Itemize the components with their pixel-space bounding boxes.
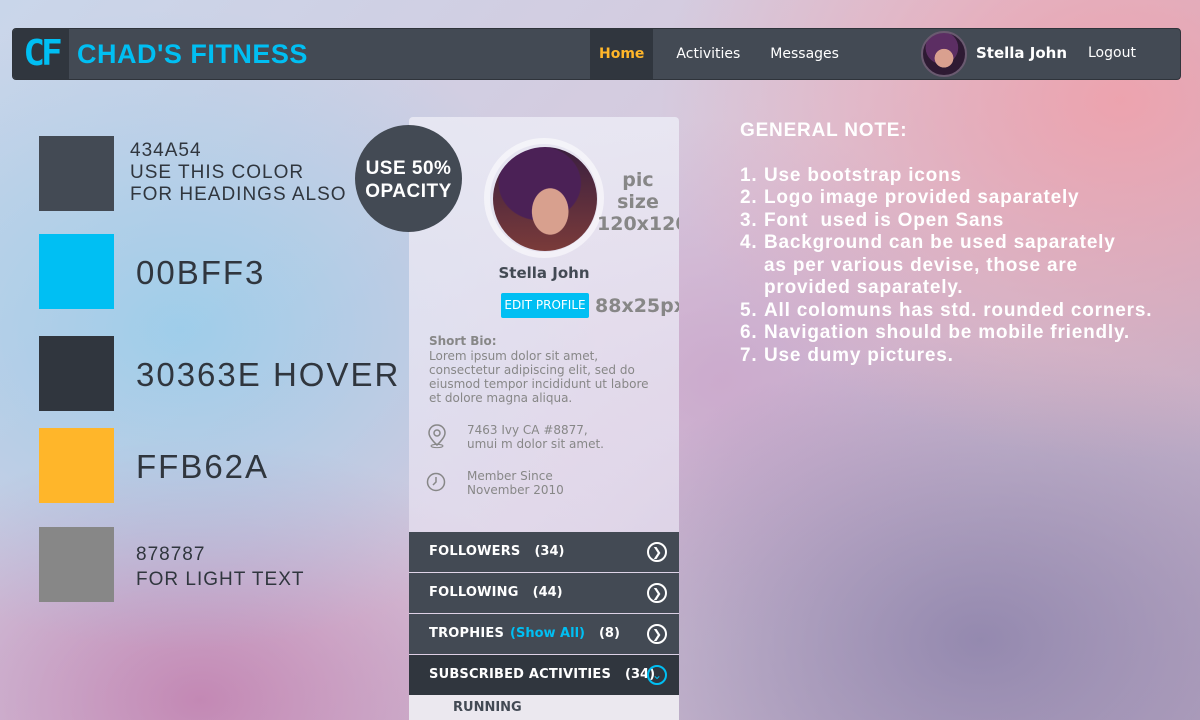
subscribed-activities-row[interactable]: SUBSCRIBED ACTIVITIES (34) ⌄ (409, 655, 679, 695)
note-text: Use bootstrap icons (764, 164, 962, 186)
swatch-heading-hex: 434A54 (130, 140, 202, 161)
note-text: Logo image provided saparately (764, 187, 1080, 208)
note-item: 4. Background can be used saparately as p… (740, 232, 1180, 300)
swatch-light-hex: 878787 (136, 544, 206, 565)
following-count: (44) (532, 585, 563, 600)
profile-photo[interactable] (493, 147, 597, 251)
member-since-text: Member Since November 2010 (467, 469, 667, 497)
chevron-right-icon[interactable]: ❯ (647, 542, 667, 562)
chevron-right-icon[interactable]: ❯ (647, 624, 667, 644)
nav-messages[interactable]: Messages (756, 29, 853, 79)
pic-size-annotation: pic size 120x120 (597, 169, 679, 235)
subscribed-label: SUBSCRIBED ACTIVITIES (429, 667, 612, 682)
trophies-row[interactable]: TROPHIES (Show All) (8) ❯ (409, 614, 679, 654)
note-item: 1. Use bootstrap icons (740, 164, 962, 186)
navbar: CF CHAD'S FITNESS Home Activities Messag… (12, 28, 1181, 80)
pic-size-line-2: size (617, 191, 659, 213)
profile-name: Stella John (498, 264, 590, 282)
nav-user-name[interactable]: Stella John (976, 44, 1067, 62)
badge-line-2: OPACITY (365, 181, 452, 202)
button-size-annotation: 88x25px (595, 295, 679, 317)
edit-profile-button[interactable]: EDIT PROFILE (501, 293, 589, 318)
chevron-right-icon[interactable]: ❯ (647, 583, 667, 603)
badge-line-1: USE 50% (365, 158, 452, 179)
note-text: Background can be used saparately as per… (764, 232, 1116, 298)
followers-row[interactable]: FOLLOWERS (34) ❯ (409, 532, 679, 572)
note-item: 2. Logo image provided saparately (740, 187, 1080, 208)
swatch-heading-note-1: USE THIS COLOR (130, 162, 305, 183)
swatch-accent-label: 00BFF3 (136, 254, 266, 291)
chevron-down-icon[interactable]: ⌄ (647, 665, 667, 685)
trophies-count: (8) (598, 626, 620, 641)
address-line-1: 7463 Ivy CA #8877, (467, 423, 588, 437)
bio-text: Lorem ipsum dolor sit amet, consectetur … (429, 349, 649, 405)
swatch-heading-note-2: FOR HEADINGS ALSO (130, 184, 347, 205)
note-item: 3. Font used is Open Sans (740, 209, 1005, 231)
note-text: Use dumy pictures. (764, 344, 954, 366)
note-text: Navigation should be mobile friendly. (764, 322, 1131, 343)
opacity-badge: USE 50% OPACITY (355, 125, 462, 232)
nav-links: Home Activities Messages (590, 29, 853, 79)
address-text: 7463 Ivy CA #8877, umui m dolor sit amet… (467, 423, 667, 451)
swatch-light-note: FOR LIGHT TEXT (136, 569, 305, 590)
followers-count: (34) (534, 544, 565, 559)
logo[interactable]: CF (13, 29, 69, 79)
activity-item-running[interactable]: RUNNING (409, 695, 679, 720)
note-item: 7. Use dumy pictures. (740, 344, 954, 366)
note-text: All colomuns has std. rounded corners. (764, 299, 1153, 321)
swatch-heading-color (39, 136, 114, 211)
pic-size-line-1: pic (622, 169, 654, 191)
followers-label: FOLLOWERS (429, 544, 521, 559)
address-line-2: umui m dolor sit amet. (467, 437, 604, 451)
note-text: Font used is Open Sans (764, 209, 1005, 231)
general-notes: GENERAL NOTE: 1. Use bootstrap icons 2. Lo… (740, 120, 1180, 367)
bio-label: Short Bio: (429, 334, 497, 348)
following-row[interactable]: FOLLOWING (44) ❯ (409, 573, 679, 613)
swatch-heading-label: 434A54 USE THIS COLOR FOR HEADINGS ALSO (130, 140, 347, 206)
swatch-light-text-label: 878787 FOR LIGHT TEXT (136, 542, 305, 592)
swatch-hover-label: 30363E HOVER (136, 356, 401, 393)
brand-name[interactable]: CHAD'S FITNESS (77, 39, 308, 70)
swatch-hover-color (39, 336, 114, 411)
nav-home[interactable]: Home (590, 29, 654, 79)
note-item: 6. Navigation should be mobile friendly. (740, 322, 1131, 343)
show-all-link[interactable]: (Show All) (510, 626, 585, 641)
note-item: 5. All colomuns has std. rounded corners. (740, 299, 1153, 321)
swatch-light-text-color (39, 527, 114, 602)
user-avatar[interactable] (921, 31, 967, 77)
clock-icon (426, 472, 446, 492)
member-since-label: Member Since (467, 469, 553, 483)
logout-link[interactable]: Logout (1088, 45, 1136, 61)
pic-size-line-3: 120x120 (597, 213, 679, 235)
location-pin-icon (428, 424, 446, 449)
swatch-highlight-color (39, 428, 114, 503)
member-since-date: November 2010 (467, 483, 564, 497)
notes-title: GENERAL NOTE: (740, 120, 908, 141)
trophies-label: TROPHIES (429, 626, 505, 641)
following-label: FOLLOWING (429, 585, 519, 600)
swatch-accent-color (39, 234, 114, 309)
nav-activities[interactable]: Activities (662, 29, 754, 79)
swatch-highlight-label: FFB62A (136, 448, 270, 485)
